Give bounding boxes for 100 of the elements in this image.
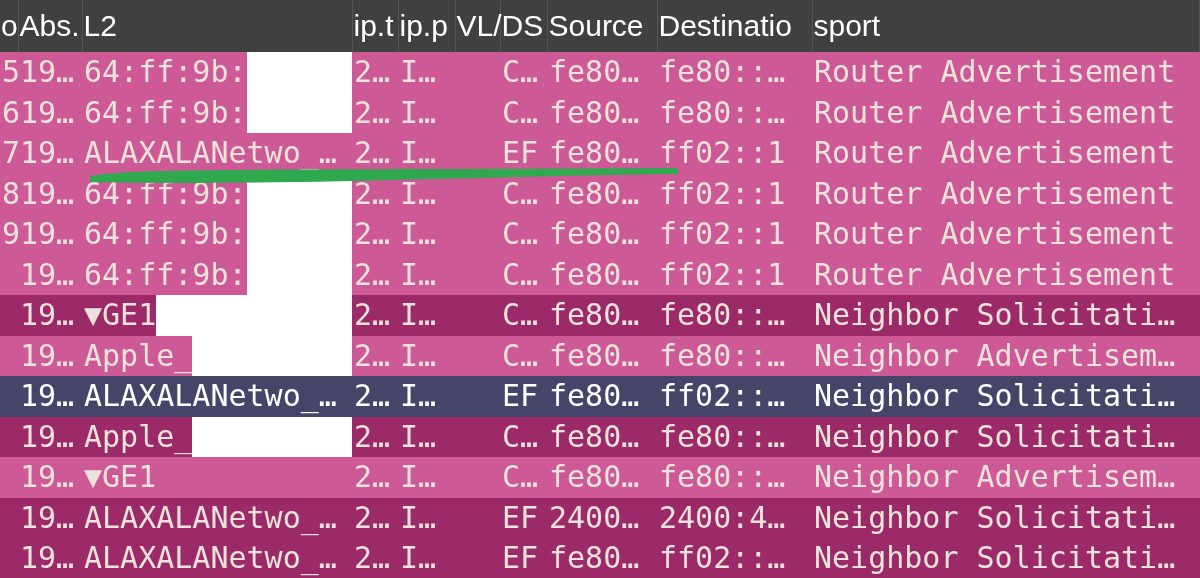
table-cell: Router Advertisement: [814, 216, 1176, 251]
table-cell: 19…: [20, 135, 75, 170]
table-cell: 2…: [354, 540, 391, 575]
table-cell: 2…: [354, 337, 391, 373]
table-cell: C…: [502, 459, 539, 494]
table-cell: C…: [502, 297, 539, 332]
packet-row[interactable]: 19… Apple_ 2… I… C… fe80… fe80::… Neighbor Advertisem…: [0, 335, 1200, 376]
table-cell-text: Apple_: [84, 417, 193, 457]
table-cell: Router Advertisement: [814, 256, 1176, 292]
table-cell: fe80…: [549, 337, 640, 373]
table-cell: ff02::1: [659, 216, 786, 251]
table-cell: 19…: [20, 94, 75, 130]
table-cell: fe80::…: [659, 337, 786, 373]
packet-row[interactable]: 19… 64:ff:9b: 2… I… C… fe80… ff02::1 Router Advertisement: [0, 254, 1200, 295]
table-cell-text: ▼GE1: [84, 458, 157, 496]
table-cell: Neighbor Solicitati…: [814, 297, 1176, 332]
table-cell: 2…: [354, 216, 391, 251]
table-cell: ff02::1: [659, 135, 786, 170]
table-cell: C…: [502, 175, 539, 211]
table-cell: 2…: [354, 135, 391, 170]
table-cell: C…: [502, 94, 539, 130]
table-cell: EF: [502, 499, 539, 535]
table-cell: I…: [400, 216, 437, 251]
table-cell: 19…: [20, 337, 75, 373]
packet-row[interactable]: 19… ALAXALANetwo_… 2… I… EF 2400… 2400:4… Neighbor Solicitati…: [0, 497, 1200, 538]
table-cell: C…: [502, 418, 539, 454]
table-cell-text: ALAXALANetwo_…: [84, 539, 337, 578]
table-cell: ff02::1: [659, 256, 786, 292]
table-cell: fe80…: [549, 256, 640, 292]
table-cell: 19…: [20, 175, 75, 211]
table-cell: EF: [502, 540, 539, 575]
table-cell-text: 64:ff:9b:: [84, 93, 247, 132]
table-cell: Neighbor Solicitati…: [814, 378, 1176, 413]
packet-row[interactable]: 519… 64:ff:9b: 2… I… C… fe80… fe80::… Router Advertisement: [0, 52, 1200, 93]
table-cell: fe80…: [549, 94, 640, 130]
table-cell: 9: [2, 216, 21, 251]
table-cell: fe80::…: [659, 54, 786, 89]
table-cell: fe80…: [549, 175, 640, 211]
table-cell: fe80::…: [659, 297, 786, 332]
table-cell: 7: [2, 135, 21, 170]
table-cell-text: Apple_: [84, 336, 193, 376]
packet-row[interactable]: 19… ▼GE1 2… I… C… fe80… fe80::… Neighbor Advertisem…: [0, 457, 1200, 498]
table-cell-text: ALAXALANetwo_…: [84, 498, 337, 538]
table-cell-text: ▼GE1: [84, 296, 157, 334]
table-cell: 19…: [20, 216, 75, 251]
table-cell-text: ALAXALANetwo_…: [84, 134, 337, 172]
packet-row[interactable]: 919… 64:ff:9b: 2… I… C… fe80… ff02::1 Router Advertisement: [0, 214, 1200, 255]
table-cell: 2…: [354, 256, 391, 292]
table-cell: fe80::…: [659, 459, 786, 494]
table-cell: I…: [400, 337, 437, 373]
table-cell: 2…: [354, 459, 391, 494]
table-cell: 19…: [20, 54, 75, 89]
table-cell: Neighbor Advertisem…: [814, 337, 1176, 373]
table-cell: EF: [502, 378, 539, 413]
table-cell-text: 64:ff:9b:: [84, 215, 247, 253]
table-cell: I…: [400, 499, 437, 535]
table-cell: 2400:4…: [659, 499, 786, 535]
table-cell: I…: [400, 256, 437, 292]
table-cell-text: 64:ff:9b:: [84, 174, 247, 213]
table-cell: ff02::1: [659, 175, 786, 211]
table-cell: fe80…: [549, 216, 640, 251]
table-cell: Neighbor Solicitati…: [814, 540, 1176, 575]
table-cell: I…: [400, 418, 437, 454]
table-cell: I…: [400, 378, 437, 413]
table-cell: ff02::…: [659, 540, 786, 575]
table-cell: fe80…: [549, 459, 640, 494]
table-cell: C…: [502, 256, 539, 292]
table-cell: Neighbor Solicitati…: [814, 418, 1176, 454]
table-cell: fe80…: [549, 418, 640, 454]
table-cell: fe80…: [549, 378, 640, 413]
table-cell: fe80::…: [659, 94, 786, 130]
table-cell: 2…: [354, 94, 391, 130]
table-cell-text: 64:ff:9b:: [84, 53, 247, 91]
table-cell: fe80…: [549, 540, 640, 575]
table-cell: I…: [400, 175, 437, 211]
table-cell: I…: [400, 297, 437, 332]
table-cell: 2…: [354, 418, 391, 454]
table-cell: fe80…: [549, 135, 640, 170]
table-cell: ff02::…: [659, 378, 786, 413]
table-cell: Router Advertisement: [814, 54, 1176, 89]
table-cell: 2400…: [549, 499, 640, 535]
table-cell: I…: [400, 135, 437, 170]
table-cell: Router Advertisement: [814, 175, 1176, 211]
packet-row[interactable]: 619… 64:ff:9b: 2… I… C… fe80… fe80::… Router Advertisement: [0, 92, 1200, 133]
packet-row[interactable]: 19… Apple_ 2… I… C… fe80… fe80::… Neighbor Solicitati…: [0, 416, 1200, 457]
table-cell: 2…: [354, 378, 391, 413]
table-cell: fe80::…: [659, 418, 786, 454]
packet-row[interactable]: 19… ALAXALANetwo_… 2… I… EF fe80… ff02::… Neighbor Solicitati…: [0, 376, 1200, 417]
packet-row[interactable]: 19… ▼GE1 2… I… C… fe80… fe80::… Neighbor Solicitati…: [0, 295, 1200, 336]
table-cell: fe80…: [549, 297, 640, 332]
table-cell: 8: [2, 175, 21, 211]
table-cell: 5: [2, 54, 21, 89]
table-cell: 2…: [354, 54, 391, 89]
table-cell: Neighbor Solicitati…: [814, 499, 1176, 535]
table-cell-text: ALAXALANetwo_…: [84, 377, 337, 416]
table-cell: I…: [400, 459, 437, 494]
table-cell: 2…: [354, 499, 391, 535]
table-cell: I…: [400, 54, 437, 89]
packet-row[interactable]: 719… ALAXALANetwo_… 2… I… EF fe80… ff02::1 Router Advertisement: [0, 133, 1200, 174]
table-cell: 19…: [20, 499, 75, 535]
